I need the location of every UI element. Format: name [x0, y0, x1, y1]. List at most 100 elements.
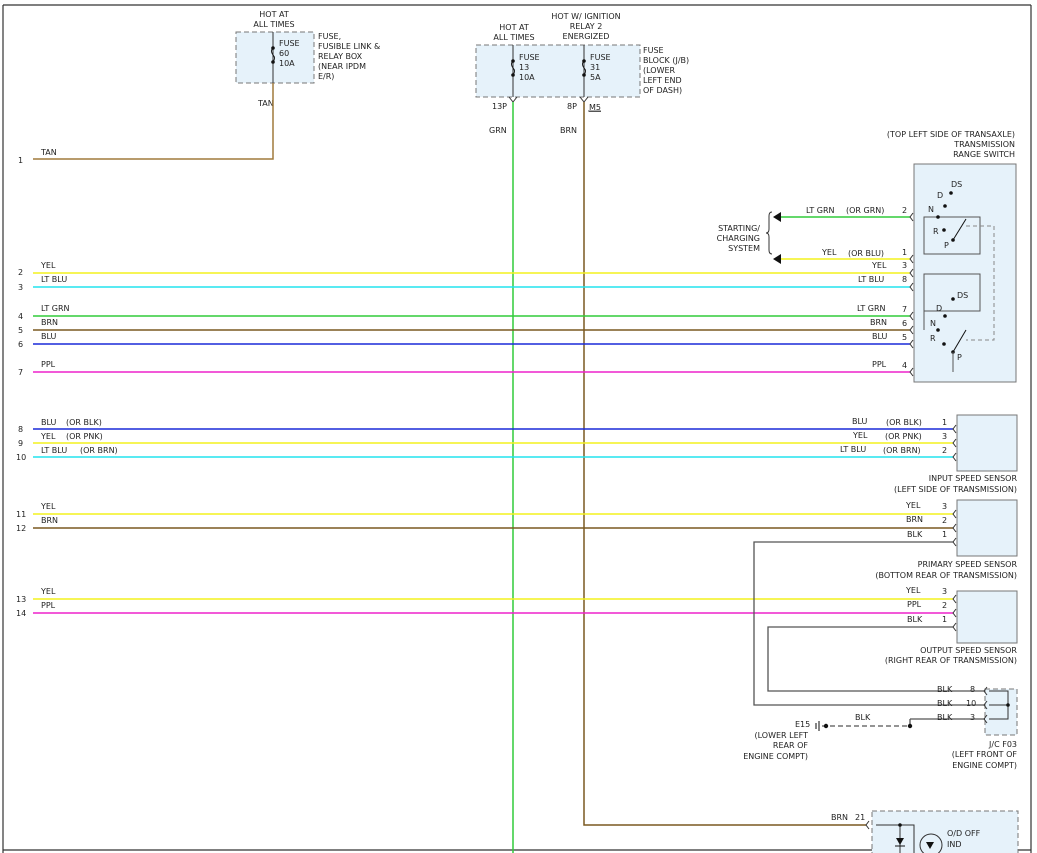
fuse-60-title-2: ALL TIMES: [253, 20, 294, 29]
jc-title-1: J/C F03: [988, 740, 1017, 749]
trs-lower-d: D: [936, 304, 942, 313]
starting-charging-group: STARTING/ CHARGING SYSTEM LT GRN (OR GRN…: [717, 206, 884, 264]
wire-label-14: PPL: [41, 601, 56, 610]
primary-pin3-label: YEL: [905, 501, 921, 510]
fuse-60-title-1: HOT AT: [259, 10, 289, 19]
input-sensor-title-1: INPUT SPEED SENSOR: [929, 474, 1018, 483]
wire-num-12: 12: [16, 524, 26, 533]
fuse-13-number: 13: [519, 63, 529, 72]
fuse-60-number: 60: [279, 49, 289, 58]
input-pin3-label: YEL: [852, 431, 868, 440]
trs-pin-2: 2: [902, 206, 907, 215]
wire-label-4: LT GRN: [41, 304, 70, 313]
fuse-60-group: HOT AT ALL TIMES FUSE 60 10A FUSE, FUSIB…: [235, 10, 380, 108]
trs-pin-7: 7: [902, 305, 907, 314]
output-sensor-title-1: OUTPUT SPEED SENSOR: [920, 646, 1017, 655]
trs-pin-8: 8: [902, 275, 907, 284]
fuse-31-title-2: RELAY 2: [570, 22, 603, 31]
wire-num-8: 8: [18, 425, 23, 434]
primary-pin-2: 2: [942, 516, 947, 525]
wire-label-3: LT BLU: [41, 275, 67, 284]
wire-label-8: BLU: [41, 418, 57, 427]
input-pin2-alt: (OR BRN): [883, 446, 921, 455]
fuse-31-rating: 5A: [590, 73, 601, 82]
input-sensor-box: [956, 414, 1018, 472]
od-off-box: [871, 810, 1019, 853]
wire-label-6: BLU: [41, 332, 57, 341]
wire-num-5: 5: [18, 326, 23, 335]
wire-label-12: BRN: [41, 516, 58, 525]
trs-lower-ds: DS: [957, 291, 968, 300]
left-wire-labels: 1 TAN 2 YEL 3 LT BLU 4 LT GRN 5 BRN 6 BL…: [16, 148, 118, 618]
wire-num-3: 3: [18, 283, 23, 292]
wire-label-7: PPL: [41, 360, 56, 369]
fuse-block-desc-2: BLOCK (J/B): [643, 56, 689, 65]
primary-pin1-label: BLK: [907, 530, 923, 539]
jc-f03-box: [984, 688, 1018, 736]
fuse-block-group: HOT AT ALL TIMES HOT W/ IGNITION RELAY 2…: [475, 12, 689, 135]
od-off-ind-group: BRN 21 O/D OFF IND: [831, 810, 1019, 853]
od-title-2: IND: [947, 840, 962, 849]
brn-wire-label: BRN: [560, 126, 577, 135]
output-sensor-title-2: (RIGHT REAR OF TRANSMISSION): [885, 656, 1017, 665]
input-pin-3: 3: [942, 432, 947, 441]
trs-title-2: TRANSMISSION: [953, 140, 1015, 149]
wire-num-14: 14: [16, 609, 26, 618]
trs-pin-4: 4: [902, 361, 907, 370]
primary-speed-sensor-group: YEL 3 BRN 2 BLK 1 PRIMARY SPEED SENSOR (…: [875, 499, 1018, 580]
jc-pin8-label: BLK: [937, 685, 953, 694]
ground-desc-2: REAR OF: [773, 741, 808, 750]
trs-pin7-label: LT GRN: [857, 304, 886, 313]
fuse-block-box: [475, 44, 641, 98]
wire-num-11: 11: [16, 510, 26, 519]
ground-id: E15: [795, 720, 810, 729]
fuse-31-pin: 8P: [567, 102, 577, 111]
wire-alt-8: (OR BLK): [66, 418, 102, 427]
fuse-block-desc-4: LEFT END: [643, 76, 682, 85]
output-pin-3: 3: [942, 587, 947, 596]
starting-label-1: STARTING/: [718, 224, 760, 233]
wire-label-5: BRN: [41, 318, 58, 327]
trs-upper-n: N: [928, 205, 934, 214]
fuse-13-pin: 13P: [492, 102, 507, 111]
wire-label-13: YEL: [40, 587, 56, 596]
trs-pin-1: 1: [902, 248, 907, 257]
input-pin3-alt: (OR PNK): [885, 432, 922, 441]
input-pin-1: 1: [942, 418, 947, 427]
fuse-31-title-1: HOT W/ IGNITION: [551, 12, 620, 21]
fuse-60-box: [235, 31, 315, 84]
fuse-60-desc-2: FUSIBLE LINK &: [318, 42, 380, 51]
trs-title-3: RANGE SWITCH: [953, 150, 1015, 159]
output-pin3-label: YEL: [905, 586, 921, 595]
trs-upper-p: P: [944, 241, 949, 250]
trs-pin4-label: PPL: [872, 360, 887, 369]
fuse-31-label: FUSE: [590, 53, 611, 62]
trs-pin2-alt: (OR GRN): [846, 206, 884, 215]
trs-pin6-label: BRN: [870, 318, 887, 327]
output-speed-sensor-group: YEL 3 PPL 2 BLK 1 OUTPUT SPEED SENSOR (R…: [885, 586, 1018, 665]
fuse-60-wire-label: TAN: [257, 99, 274, 108]
primary-pin-1: 1: [942, 530, 947, 539]
fuse-13-title-2: ALL TIMES: [493, 33, 534, 42]
trs-lower-n: N: [930, 319, 936, 328]
fuse-block-desc-5: OF DASH): [643, 86, 682, 95]
wiring-diagram: HOT AT ALL TIMES FUSE 60 10A FUSE, FUSIB…: [2, 4, 1032, 853]
jc-pin-3: 3: [970, 713, 975, 722]
wire-alt-9: (OR PNK): [66, 432, 103, 441]
horizontal-wires: [33, 216, 985, 720]
wire-num-9: 9: [18, 439, 23, 448]
output-pin2-label: PPL: [907, 600, 922, 609]
output-pin1-label: BLK: [907, 615, 923, 624]
output-pin-1: 1: [942, 615, 947, 624]
primary-pin2-label: BRN: [906, 515, 923, 524]
trs-lower-r: R: [930, 334, 936, 343]
primary-pin-3: 3: [942, 502, 947, 511]
starting-label-2: CHARGING: [717, 234, 760, 243]
ground-wire-label: BLK: [855, 713, 871, 722]
input-speed-sensor-group: BLU (OR BLK) 1 YEL (OR PNK) 3 LT BLU (OR…: [840, 414, 1018, 494]
wire-1-tan: [33, 83, 274, 160]
trs-pin-5: 5: [902, 333, 907, 342]
trs-upper-ds: DS: [951, 180, 962, 189]
fuse-31-title-3: ENERGIZED: [563, 32, 610, 41]
wire-num-1: 1: [18, 156, 23, 165]
